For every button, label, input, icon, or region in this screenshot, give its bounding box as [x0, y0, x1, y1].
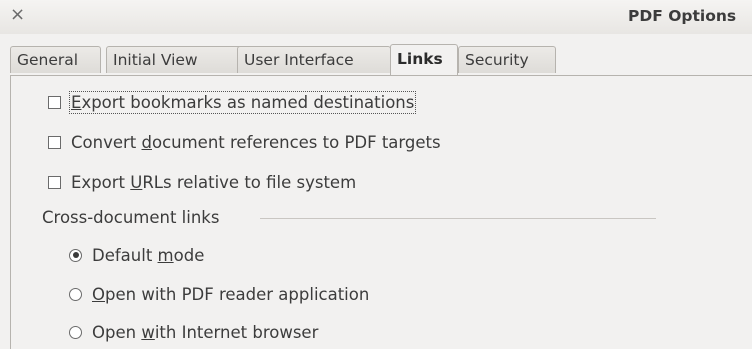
open-pdf-reader-label: Open with PDF reader application — [92, 284, 370, 304]
open-internet-browser-label: Open with Internet browser — [92, 322, 319, 342]
export-bookmarks-option[interactable]: Export bookmarks as named destinations — [48, 90, 417, 114]
open-pdf-reader-radio[interactable]: Open with PDF reader application — [69, 282, 369, 306]
radio-icon[interactable] — [69, 287, 82, 301]
group-divider — [260, 218, 656, 219]
tab-baseline — [10, 75, 752, 76]
tab-initial-view[interactable]: Initial View — [106, 46, 242, 73]
cross-document-links-heading: Cross-document links — [42, 208, 220, 227]
tab-strip: General Initial View User Interface Link… — [10, 44, 752, 75]
convert-references-label: Convert document references to PDF targe… — [71, 132, 441, 152]
checkbox-icon[interactable] — [48, 95, 61, 109]
convert-references-option[interactable]: Convert document references to PDF targe… — [48, 130, 441, 154]
radio-icon[interactable] — [69, 248, 82, 262]
export-urls-label: Export URLs relative to file system — [71, 172, 357, 192]
close-icon[interactable]: × — [10, 5, 25, 25]
default-mode-radio[interactable]: Default mode — [69, 243, 204, 267]
checkbox-icon[interactable] — [48, 175, 61, 189]
checkbox-icon[interactable] — [48, 135, 61, 149]
export-urls-option[interactable]: Export URLs relative to file system — [48, 170, 356, 194]
default-mode-label: Default mode — [92, 245, 205, 265]
radio-icon[interactable] — [69, 325, 82, 339]
export-bookmarks-label: Export bookmarks as named destinations — [68, 90, 417, 114]
tab-links[interactable]: Links — [390, 44, 458, 75]
tab-user-interface[interactable]: User Interface — [237, 46, 391, 73]
tab-general[interactable]: General — [10, 46, 101, 73]
title-bar: × PDF Options — [0, 0, 752, 34]
open-internet-browser-radio[interactable]: Open with Internet browser — [69, 320, 318, 344]
panel-border — [10, 75, 11, 349]
tab-security[interactable]: Security — [458, 46, 556, 73]
window-title: PDF Options — [628, 7, 737, 25]
